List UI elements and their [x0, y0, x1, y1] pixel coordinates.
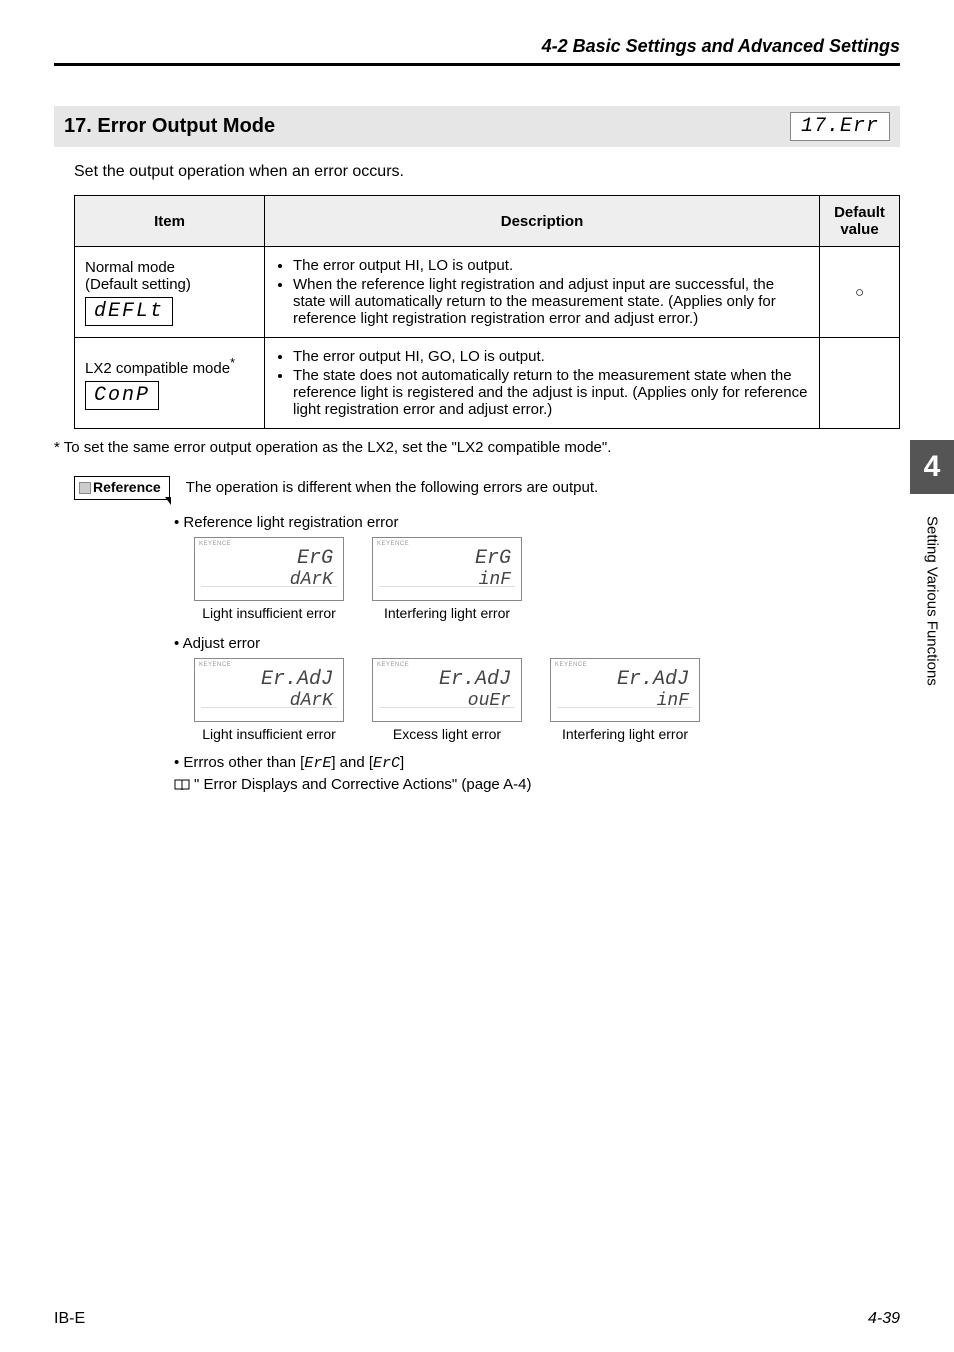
- lcd-brand: KEYENCE: [199, 662, 231, 668]
- reference-text: The operation is different when the foll…: [186, 476, 598, 496]
- lcd-line1: ErG: [475, 549, 511, 569]
- page-footer: IB-E 4-39: [54, 1310, 900, 1328]
- chapter-label: Setting Various Functions: [910, 510, 954, 770]
- footnote: * To set the same error output operation…: [54, 439, 900, 456]
- error-code: ErE: [304, 755, 331, 772]
- reference-badge: Reference: [74, 476, 170, 500]
- lcd-brand: KEYENCE: [555, 662, 587, 668]
- lcd-line1: Er.AdJ: [439, 670, 511, 690]
- item-code: ConP: [85, 381, 159, 410]
- book-icon: [174, 779, 190, 791]
- desc-line: The error output HI, GO, LO is output.: [293, 348, 809, 365]
- other-errors-line: • Errros other than [ErE] and [ErC]: [174, 754, 900, 772]
- display-caption: Interfering light error: [550, 726, 700, 742]
- display-unit: KEYENCE Er.AdJ inF Interfering light err…: [550, 658, 700, 742]
- error-code: ErC: [373, 755, 400, 772]
- default-cell: ○: [820, 247, 900, 338]
- display-caption: Excess light error: [372, 726, 522, 742]
- desc-cell: The error output HI, LO is output. When …: [265, 247, 820, 338]
- lcd-brand: KEYENCE: [377, 541, 409, 547]
- chapter-tab: 4: [910, 440, 954, 494]
- th-description: Description: [265, 196, 820, 247]
- lcd-buttons: [201, 586, 337, 596]
- display-unit: KEYENCE Er.AdJ dArK Light insufficient e…: [194, 658, 344, 742]
- display-unit: KEYENCE Er.AdJ ouEr Excess light error: [372, 658, 522, 742]
- lcd-buttons: [379, 586, 515, 596]
- display-unit: KEYENCE ErG dArK Light insufficient erro…: [194, 537, 344, 621]
- lcd-display: KEYENCE ErG inF: [372, 537, 522, 601]
- lcd-line1: ErG: [297, 549, 333, 569]
- intro-text: Set the output operation when an error o…: [74, 163, 900, 181]
- th-item: Item: [75, 196, 265, 247]
- footer-right: 4-39: [868, 1310, 900, 1328]
- display-unit: KEYENCE ErG inF Interfering light error: [372, 537, 522, 621]
- reference-row: Reference The operation is different whe…: [74, 476, 900, 500]
- lcd-display: KEYENCE Er.AdJ dArK: [194, 658, 344, 722]
- item-sub: (Default setting): [85, 276, 254, 293]
- lcd-display: KEYENCE Er.AdJ ouEr: [372, 658, 522, 722]
- display-caption: Interfering light error: [372, 605, 522, 621]
- group-title: • Reference light registration error: [174, 514, 900, 531]
- lcd-buttons: [379, 707, 515, 717]
- table-row: LX2 compatible mode* ConP The error outp…: [75, 338, 900, 429]
- display-caption: Light insufficient error: [194, 726, 344, 742]
- text: • Errros other than [: [174, 754, 304, 771]
- desc-cell: The error output HI, GO, LO is output. T…: [265, 338, 820, 429]
- group-title: • Adjust error: [174, 635, 900, 652]
- desc-line: The error output HI, LO is output.: [293, 257, 809, 274]
- lcd-display: KEYENCE Er.AdJ inF: [550, 658, 700, 722]
- section-header: 4-2 Basic Settings and Advanced Settings: [54, 36, 900, 57]
- lcd-buttons: [557, 707, 693, 717]
- lcd-line1: Er.AdJ: [617, 670, 689, 690]
- lcd-display: KEYENCE ErG dArK: [194, 537, 344, 601]
- item-title: Normal mode: [85, 259, 254, 276]
- lcd-brand: KEYENCE: [377, 662, 409, 668]
- heading-title: 17. Error Output Mode: [64, 115, 275, 138]
- footer-left: IB-E: [54, 1310, 85, 1328]
- heading-row: 17. Error Output Mode 17.Err: [54, 106, 900, 147]
- lcd-brand: KEYENCE: [199, 541, 231, 547]
- footnote-marker: *: [230, 356, 235, 370]
- default-cell: [820, 338, 900, 429]
- header-rule: [54, 63, 900, 66]
- link-text: " Error Displays and Corrective Actions"…: [194, 776, 531, 793]
- text: ]: [400, 754, 404, 771]
- desc-line: The state does not automatically return …: [293, 367, 809, 418]
- item-title: LX2 compatible mode: [85, 360, 230, 377]
- table-row: Normal mode (Default setting) dEFLt The …: [75, 247, 900, 338]
- cross-reference: " Error Displays and Corrective Actions"…: [174, 776, 900, 793]
- params-table: Item Description Default value Normal mo…: [74, 195, 900, 429]
- lcd-buttons: [201, 707, 337, 717]
- display-caption: Light insufficient error: [194, 605, 344, 621]
- desc-line: When the reference light registration an…: [293, 276, 809, 327]
- item-cell: LX2 compatible mode* ConP: [75, 338, 265, 429]
- heading-display-code: 17.Err: [790, 112, 890, 141]
- display-row: KEYENCE Er.AdJ dArK Light insufficient e…: [194, 658, 900, 742]
- text: ] and [: [331, 754, 373, 771]
- item-code: dEFLt: [85, 297, 173, 326]
- display-row: KEYENCE ErG dArK Light insufficient erro…: [194, 537, 900, 621]
- item-cell: Normal mode (Default setting) dEFLt: [75, 247, 265, 338]
- lcd-line1: Er.AdJ: [261, 670, 333, 690]
- th-default: Default value: [820, 196, 900, 247]
